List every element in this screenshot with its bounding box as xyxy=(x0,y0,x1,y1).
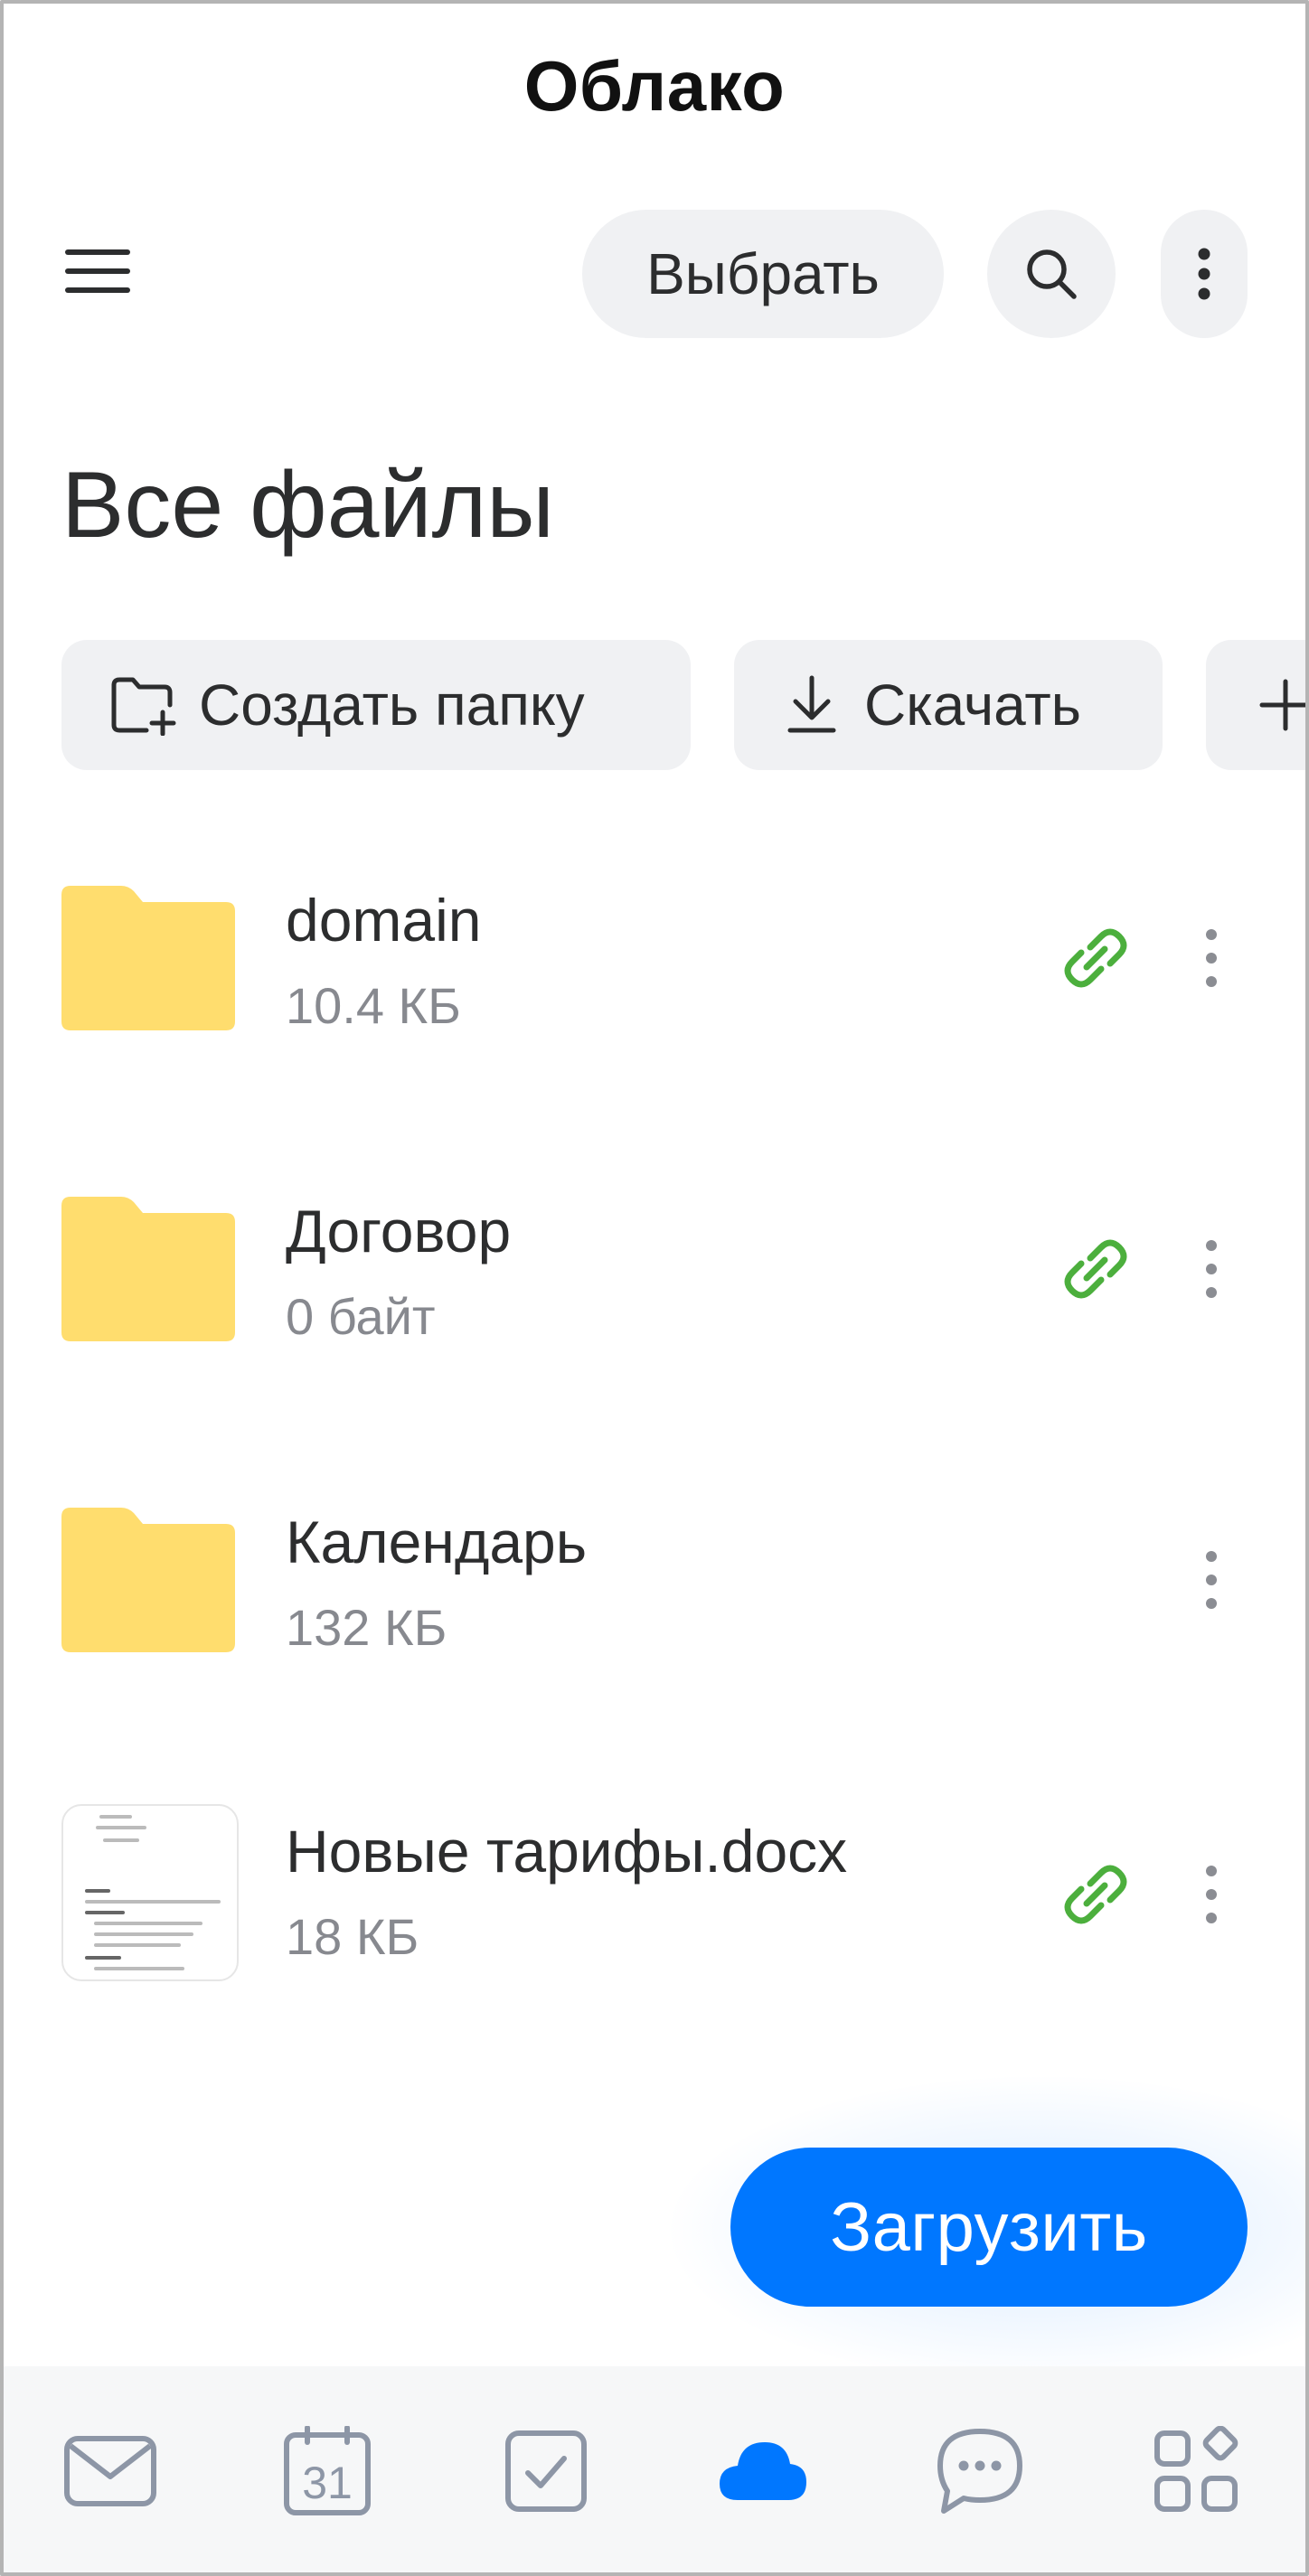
tab-calendar[interactable]: 31 xyxy=(273,2417,381,2525)
link-icon[interactable] xyxy=(1056,918,1135,998)
link-icon[interactable] xyxy=(1056,1229,1135,1309)
select-button[interactable]: Выбрать xyxy=(582,210,944,338)
file-name: Календарь xyxy=(286,1509,588,1575)
document-thumbnail xyxy=(61,1804,239,1981)
tab-tasks[interactable] xyxy=(492,2417,600,2525)
calendar-icon: 31 xyxy=(284,2426,371,2515)
file-size: 132 КБ xyxy=(286,1599,447,1656)
upload-button[interactable]: Загрузить xyxy=(730,2148,1248,2307)
tab-mail[interactable] xyxy=(56,2417,165,2525)
tasks-icon xyxy=(505,2430,587,2512)
folder-icon xyxy=(61,886,235,1030)
file-row-calendar[interactable]: Календарь 132 КБ xyxy=(0,1508,1309,1815)
add-button[interactable] xyxy=(1206,640,1309,770)
create-folder-button[interactable]: Создать папку xyxy=(61,640,691,770)
tab-cloud[interactable] xyxy=(709,2417,817,2525)
folder-icon xyxy=(61,1508,235,1652)
tab-apps[interactable] xyxy=(1143,2417,1251,2525)
apps-icon xyxy=(1154,2426,1238,2512)
file-name: domain xyxy=(286,887,482,954)
file-row-dogovor[interactable]: Договор 0 байт xyxy=(0,1197,1309,1504)
folder-plus-icon xyxy=(111,677,176,736)
plus-icon xyxy=(1259,679,1309,731)
row-more-icon[interactable] xyxy=(1184,913,1238,1003)
hamburger-menu-icon[interactable] xyxy=(65,246,130,296)
file-size: 10.4 КБ xyxy=(286,977,461,1034)
file-row-domain[interactable]: domain 10.4 КБ xyxy=(0,886,1309,1193)
mail-icon xyxy=(64,2436,156,2506)
folder-icon xyxy=(61,1197,235,1341)
action-chips: Создать папку Скачать xyxy=(61,640,1309,770)
more-options-button[interactable] xyxy=(1161,210,1248,338)
more-vertical-icon xyxy=(1198,248,1210,300)
row-more-icon[interactable] xyxy=(1184,1535,1238,1625)
create-folder-label: Создать папку xyxy=(199,672,585,738)
file-name: Новые тарифы.docx xyxy=(286,1818,848,1885)
calendar-day-text: 31 xyxy=(302,2458,353,2508)
file-size: 18 КБ xyxy=(286,1908,419,1965)
tab-chat[interactable] xyxy=(926,2417,1034,2525)
file-name: Договор xyxy=(286,1198,512,1264)
row-more-icon[interactable] xyxy=(1184,1849,1238,1940)
file-size: 0 байт xyxy=(286,1288,436,1345)
row-more-icon[interactable] xyxy=(1184,1224,1238,1314)
cloud-icon xyxy=(720,2442,806,2500)
search-icon xyxy=(1027,249,1077,299)
link-icon[interactable] xyxy=(1056,1855,1135,1934)
bottom-tab-bar: 31 xyxy=(0,2366,1309,2576)
section-heading: Все файлы xyxy=(61,453,555,558)
search-button[interactable] xyxy=(987,210,1116,338)
page-title: Облако xyxy=(523,46,786,126)
download-label: Скачать xyxy=(864,672,1081,738)
chat-icon xyxy=(937,2429,1022,2514)
download-button[interactable]: Скачать xyxy=(734,640,1163,770)
download-icon xyxy=(787,675,836,733)
